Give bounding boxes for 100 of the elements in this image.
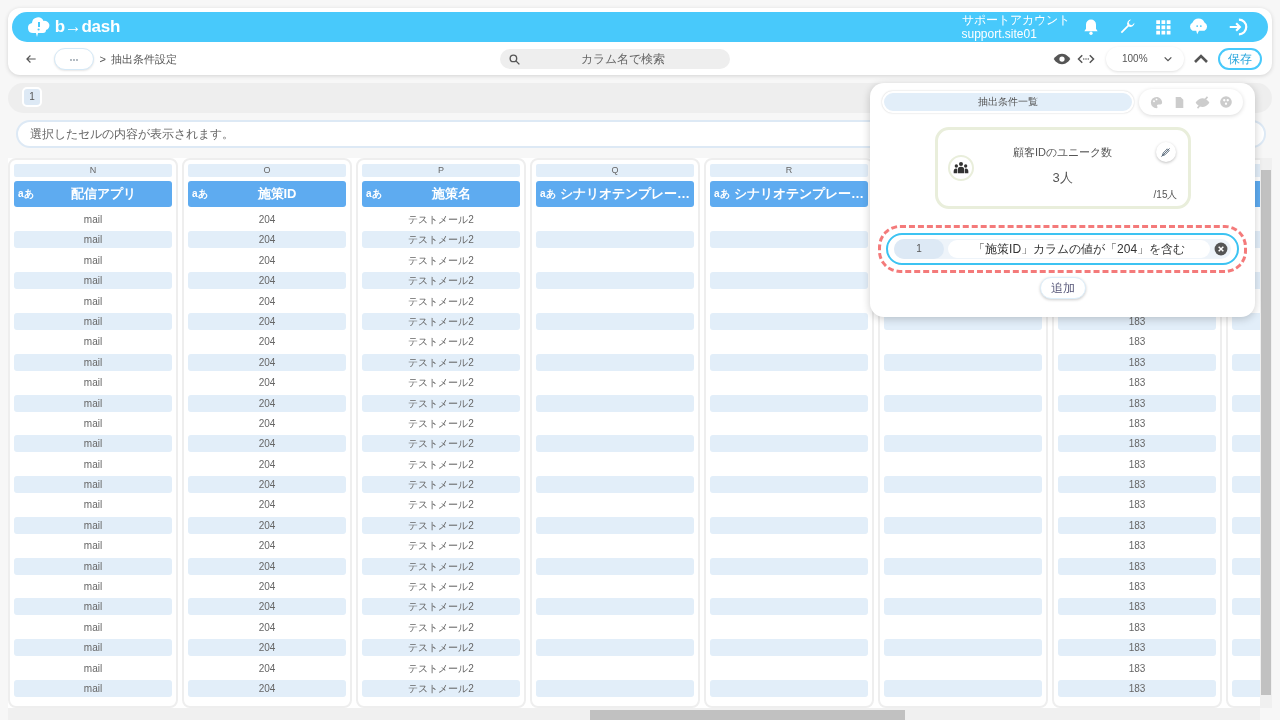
table-cell-text: 204 xyxy=(257,539,277,554)
table-cell-text: 183 xyxy=(1127,539,1147,554)
breadcrumb-current: 抽出条件設定 xyxy=(111,51,178,67)
table-cell: 183 xyxy=(1058,435,1216,453)
table-cell-text: テストメール2 xyxy=(407,580,475,595)
table-cell: mail xyxy=(14,353,172,371)
column-header[interactable]: aあ 施策名 xyxy=(362,181,520,207)
account-id: support.site01 xyxy=(961,27,1038,41)
add-button[interactable]: 追加 xyxy=(1039,277,1086,299)
type-label: aあ xyxy=(540,187,556,201)
table-cell: 204 xyxy=(188,557,346,575)
table-cell: 204 xyxy=(188,598,346,616)
table-cell-text: 183 xyxy=(1127,376,1147,391)
condition-number: 1 xyxy=(894,239,944,259)
column-letter: P xyxy=(362,164,520,177)
table-cell-text: 204 xyxy=(257,294,277,309)
table-cell: mail xyxy=(14,557,172,575)
table-cell: 204 xyxy=(188,516,346,534)
breadcrumb-separator: > xyxy=(99,51,106,67)
table-cell-text: 204 xyxy=(257,661,277,676)
table-cell-text: mail xyxy=(82,580,104,595)
type-label: aあ xyxy=(192,187,208,201)
table-cell-text: mail xyxy=(82,213,104,227)
table-cell-text: テストメール2 xyxy=(407,416,475,431)
table-cell-text: テストメール2 xyxy=(407,213,475,227)
table-cell-text: 204 xyxy=(257,620,277,635)
table-cell: テストメール2 xyxy=(362,394,520,412)
table-cell: テストメール2 xyxy=(362,598,520,616)
table-cell-text: 204 xyxy=(257,213,277,227)
table-cell-text: 204 xyxy=(257,335,277,350)
table-cell-text: テストメール2 xyxy=(407,253,475,268)
table-cell: mail xyxy=(14,516,172,534)
table-cell-text: テストメール2 xyxy=(407,498,475,513)
table-cell: 183 xyxy=(1058,476,1216,494)
table-cell-text: 183 xyxy=(1127,661,1147,676)
table-cell: テストメール2 xyxy=(362,476,520,494)
table-cell-text: 204 xyxy=(257,498,277,513)
table-cell-text: mail xyxy=(82,539,104,554)
save-button[interactable]: 保存 xyxy=(1218,47,1262,70)
metric-value: 3人 xyxy=(1051,169,1074,187)
table-cell-text: mail xyxy=(82,335,104,350)
table-cell: 183 xyxy=(1058,598,1216,616)
column-letter: Q xyxy=(536,164,694,177)
table-cell: mail xyxy=(14,312,172,330)
table-cell-text: テストメール2 xyxy=(407,620,475,635)
table-cell: mail xyxy=(14,231,172,249)
column-header[interactable]: aあ 施策ID xyxy=(188,181,346,207)
table-cell-text: テストメール2 xyxy=(407,335,475,350)
table-cell: mail xyxy=(14,476,172,494)
table-cell: 204 xyxy=(188,435,346,453)
table-cell: テストメール2 xyxy=(362,516,520,534)
column-header[interactable]: aあ シナリオテンプレー… xyxy=(710,181,868,207)
table-cell: テストメール2 xyxy=(362,272,520,290)
table-cell: テストメール2 xyxy=(362,557,520,575)
type-label: aあ xyxy=(714,187,730,201)
table-cell-text: テストメール2 xyxy=(407,457,475,472)
table-cell: mail xyxy=(14,680,172,697)
table-cell: テストメール2 xyxy=(362,435,520,453)
metric-total: /15人 xyxy=(1153,188,1178,202)
column-header[interactable]: aあ シナリオテンプレー… xyxy=(536,181,694,207)
table-cell-text: mail xyxy=(82,661,104,676)
table-cell: 204 xyxy=(188,272,346,290)
table-cell-text: 183 xyxy=(1127,498,1147,513)
condition-text: 「施策ID」カラムの値が「204」を含む xyxy=(948,240,1211,258)
metric-title: 顧客IDのユニーク数 xyxy=(1012,145,1113,160)
column-letter: O xyxy=(188,164,346,177)
table-cell-text: テストメール2 xyxy=(407,376,475,391)
column-header[interactable]: aあ 配信アプリ xyxy=(14,181,172,207)
page-tab[interactable]: 1 xyxy=(22,87,42,107)
table-cell-text: 204 xyxy=(257,416,277,431)
table-cell-text: 204 xyxy=(257,580,277,595)
search-field[interactable]: カラム名で検索 xyxy=(500,48,731,69)
column-letter: N xyxy=(14,164,172,177)
table-cell-text: 183 xyxy=(1127,416,1147,431)
table-cell-text: mail xyxy=(82,457,104,472)
table-cell-text: 204 xyxy=(257,457,277,472)
filter-list-tab[interactable]: 抽出条件一覧 xyxy=(882,91,1134,113)
table-cell: 183 xyxy=(1058,639,1216,657)
table-cell: 183 xyxy=(1058,680,1216,697)
table-cell: 204 xyxy=(188,231,346,249)
table-cell: テストメール2 xyxy=(362,231,520,249)
table-cell-text: mail xyxy=(82,620,104,635)
table-cell: 183 xyxy=(1058,557,1216,575)
table-cell: テストメール2 xyxy=(362,353,520,371)
logo-text: b→dash xyxy=(54,16,120,39)
table-cell: 204 xyxy=(188,680,346,697)
table-cell: 183 xyxy=(1058,353,1216,371)
table-cell-text: テストメール2 xyxy=(407,661,475,676)
type-label: aあ xyxy=(18,187,34,201)
account-name: サポートアカウント xyxy=(961,13,1070,27)
table-cell-text: テストメール2 xyxy=(407,294,475,309)
table-cell: mail xyxy=(14,394,172,412)
table-cell-text: 183 xyxy=(1127,580,1147,595)
table-cell-text: mail xyxy=(82,376,104,391)
table-cell-text: mail xyxy=(82,294,104,309)
zoom-select[interactable]: 100% xyxy=(1105,46,1184,71)
table-cell: mail xyxy=(14,598,172,616)
table-cell: テストメール2 xyxy=(362,680,520,697)
table-cell: 204 xyxy=(188,312,346,330)
table-cell-text: mail xyxy=(82,498,104,513)
